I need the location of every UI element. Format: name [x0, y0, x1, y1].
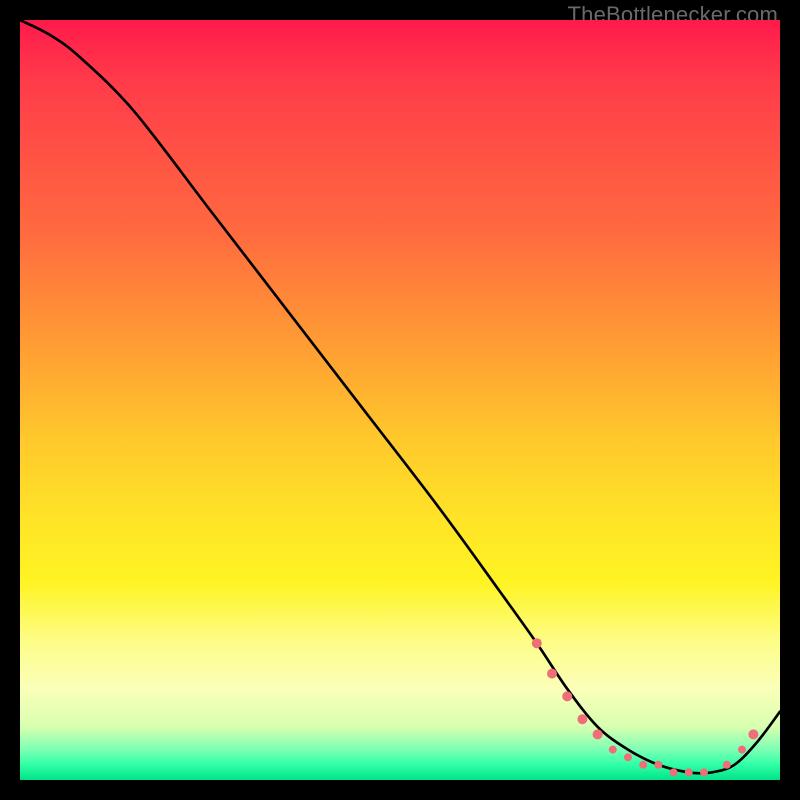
curve-marker	[700, 768, 708, 776]
curve-marker	[532, 638, 542, 648]
curve-marker	[577, 714, 587, 724]
curve-marker	[639, 761, 647, 769]
curve-marker	[723, 761, 731, 769]
bottleneck-curve-path	[20, 20, 780, 773]
curve-marker	[654, 761, 662, 769]
curve-marker	[593, 729, 603, 739]
plot-area	[20, 20, 780, 780]
chart-stage: TheBottlenecker.com	[0, 0, 800, 800]
curve-svg	[20, 20, 780, 780]
curve-markers	[532, 638, 759, 776]
curve-marker	[670, 768, 678, 776]
curve-marker	[624, 753, 632, 761]
curve-marker	[738, 746, 746, 754]
curve-marker	[562, 691, 572, 701]
curve-marker	[748, 729, 758, 739]
curve-marker	[685, 768, 693, 776]
curve-marker	[609, 746, 617, 754]
curve-marker	[547, 669, 557, 679]
